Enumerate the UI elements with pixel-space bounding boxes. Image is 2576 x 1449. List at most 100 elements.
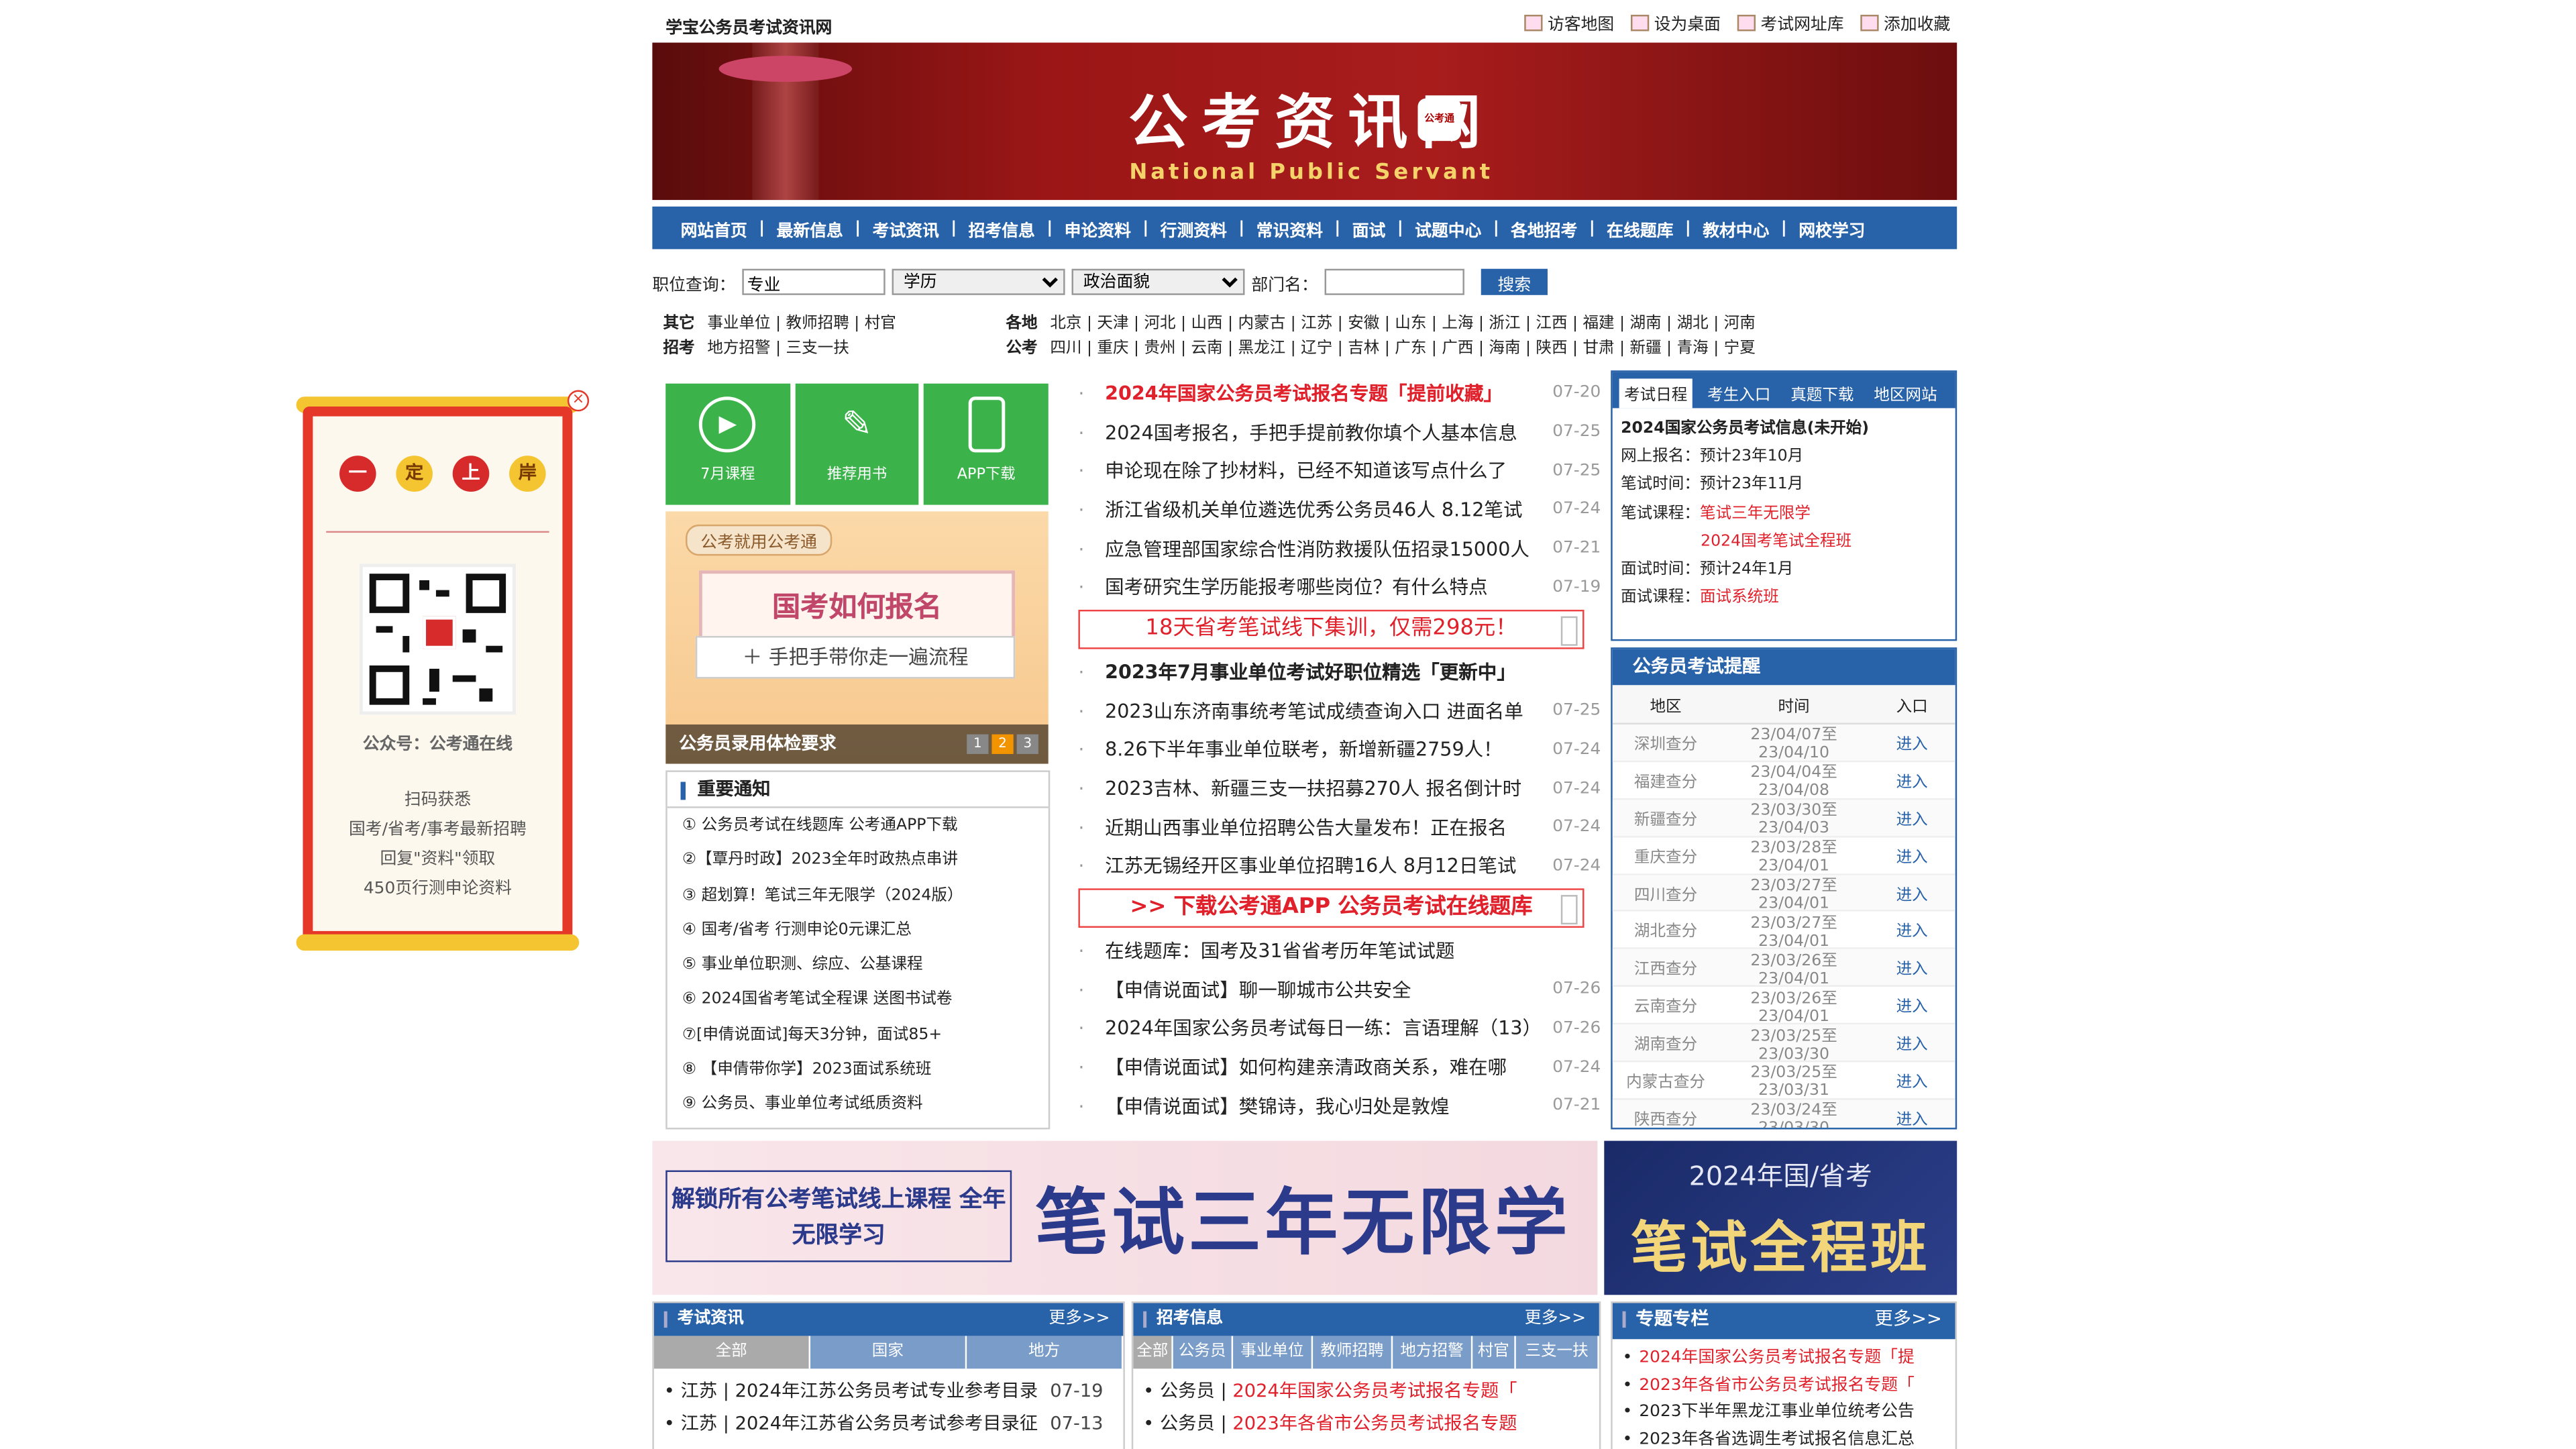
notice-item[interactable]: ③ 超划算！笔试三年无限学（2024版） [667, 878, 1049, 913]
list-item[interactable]: 江苏 | 2024年江苏公务员考试专业参考目录07-19 [654, 1375, 1124, 1408]
nav-item-aptitude[interactable]: 行测资料 [1148, 215, 1238, 240]
tab-all[interactable]: 全部 [653, 1336, 811, 1369]
news-item[interactable]: 2024年国家公务员考试每日一练：言语理解（13）07-26 [1078, 1009, 1601, 1048]
list-item[interactable]: 公务员 | 2024年国家公务员考试报名专题「 [1133, 1375, 1599, 1408]
course-link[interactable]: 2024国考笔试全程班 [1621, 527, 1947, 555]
news-item[interactable]: 浙江省级机关单位遴选优秀公务员46人 8.12笔试07-24 [1078, 490, 1601, 529]
add-favorite-link[interactable]: 添加收藏 [1860, 10, 1950, 34]
news-item[interactable]: 申论现在除了抄材料，已经不知道该写点什么了07-25 [1078, 451, 1601, 490]
nav-item-essay[interactable]: 申论资料 [1053, 215, 1142, 240]
enter-link[interactable]: 进入 [1869, 1069, 1955, 1091]
notice-item[interactable]: ⑥ 2024国省考笔试全程课 送图书试卷 [667, 983, 1049, 1018]
notice-item[interactable]: ②【覃丹时政】2023全年时政热点串讲 [667, 843, 1049, 878]
more-link[interactable]: 更多>> [1525, 1303, 1586, 1336]
full-course-ad[interactable]: 2024年国/省考 笔试全程班 [1604, 1140, 1957, 1295]
other-category-list[interactable]: 事业单位 | 教师招聘 | 村官 [707, 315, 896, 333]
enter-link[interactable]: 进入 [1869, 731, 1955, 754]
news-item[interactable]: 近期山西事业单位招聘公告大量发布！正在报名07-24 [1078, 808, 1601, 847]
nav-item-home[interactable]: 网站首页 [669, 215, 759, 240]
tab-regional-sites[interactable]: 地区网站 [1869, 378, 1942, 408]
nav-item-latest[interactable]: 最新信息 [765, 215, 855, 240]
course-link[interactable]: 笔试三年无限学 [1700, 504, 1811, 523]
tab-all[interactable]: 全部 [1133, 1336, 1173, 1369]
nav-item-exam-news[interactable]: 考试资讯 [861, 215, 951, 240]
floating-qr-ad[interactable]: × 一定上岸 公众号：公考通在线 扫码获悉 国考/省考/事考最新招聘 回复"资料… [296, 390, 590, 951]
more-link[interactable]: 更多>> [1049, 1303, 1110, 1336]
tab-schedule[interactable]: 考试日程 [1619, 378, 1693, 409]
news-item[interactable]: 在线题库：国考及31省省考历年笔试试题 [1078, 931, 1601, 970]
nav-item-online-school[interactable]: 网校学习 [1787, 215, 1877, 240]
notice-item[interactable]: ⑨ 公务员、事业单位考试纸质资料 [667, 1087, 1049, 1122]
interview-course-link[interactable]: 面试系统班 [1700, 589, 1779, 607]
promo-slider[interactable]: 公考就用公考通 国考如何报名 ＋ 手把手带你走一遍流程 公务员录用体检要求 1 … [665, 511, 1049, 764]
news-item[interactable]: 2023年7月事业单位考试好职位精选「更新中」 [1078, 653, 1601, 692]
slide-dot-3[interactable]: 3 [1016, 734, 1038, 754]
enter-link[interactable]: 进入 [1869, 1106, 1955, 1128]
search-button[interactable]: 搜索 [1481, 268, 1548, 295]
tile-app-download[interactable]: APP下载 [924, 383, 1049, 505]
region-list-1[interactable]: 北京 | 天津 | 河北 | 山西 | 内蒙古 | 江苏 | 安徽 | 山东 |… [1050, 315, 1755, 333]
news-item[interactable]: 2024年国家公务员考试报名专题「提前收藏」07-20 [1078, 374, 1601, 413]
notice-item[interactable]: ⑤ 事业单位职测、综应、公基课程 [667, 948, 1049, 983]
nav-item-question-center[interactable]: 试题中心 [1403, 215, 1493, 240]
notice-item[interactable]: ④ 国考/省考 行测申论0元课汇总 [667, 913, 1049, 948]
enter-link[interactable]: 进入 [1869, 918, 1955, 942]
more-link[interactable]: 更多>> [1875, 1303, 1942, 1336]
region-list-2[interactable]: 四川 | 重庆 | 贵州 | 云南 | 黑龙江 | 辽宁 | 吉林 | 广东 |… [1050, 339, 1755, 358]
tab-past-papers[interactable]: 真题下载 [1786, 378, 1859, 408]
list-item[interactable]: 江苏 | 2024年江苏省公务员考试参考目录征07-13 [654, 1408, 1124, 1441]
news-item[interactable]: 2023吉林、新疆三支一扶招募270人 报名倒计时07-24 [1078, 769, 1601, 808]
news-item[interactable]: 2023山东济南事统考笔试成绩查询入口 进面名单07-25 [1078, 692, 1601, 731]
training-ad-link[interactable]: 18天省考笔试线下集训，仅需298元！ [1078, 610, 1585, 649]
enter-link[interactable]: 进入 [1869, 1031, 1955, 1054]
nav-item-knowledge[interactable]: 常识资料 [1244, 215, 1334, 240]
tab-police[interactable]: 地方招警 [1393, 1336, 1473, 1369]
list-item[interactable]: 2023下半年黑龙江事业单位统考公告 [1613, 1400, 1955, 1427]
slide-dot-1[interactable]: 1 [967, 734, 989, 754]
tab-village-official[interactable]: 村官 [1472, 1336, 1516, 1369]
set-desktop-link[interactable]: 设为桌面 [1630, 10, 1721, 34]
political-status-select[interactable]: 政治面貌 [1071, 268, 1245, 295]
visitor-map-link[interactable]: 访客地图 [1524, 10, 1614, 34]
tab-three-supports[interactable]: 三支一扶 [1515, 1336, 1599, 1369]
url-library-link[interactable]: 考试网址库 [1737, 10, 1844, 34]
enter-link[interactable]: 进入 [1869, 881, 1955, 904]
news-item[interactable]: 国考研究生学历能报考哪些岗位？有什么特点07-19 [1078, 568, 1601, 606]
slide-dot-2[interactable]: 2 [991, 734, 1014, 754]
list-item[interactable]: 2023年各省市公务员考试报名专题「 [1613, 1373, 1955, 1399]
app-download-link[interactable]: >> 下载公考通APP 公务员考试在线题库 [1078, 888, 1585, 928]
header-banner[interactable]: 公考资讯网 National Public Servant 公考通 [652, 42, 1957, 201]
tab-public-institution[interactable]: 事业单位 [1233, 1336, 1313, 1369]
list-item[interactable]: 公务员 | 2023年各省市公务员考试报名专题 [1133, 1408, 1599, 1441]
news-item[interactable]: 【申倩说面试】如何构建亲清政商关系，难在哪07-24 [1078, 1048, 1601, 1087]
enter-link[interactable]: 进入 [1869, 956, 1955, 979]
news-item[interactable]: 8.26下半年事业单位联考，新增新疆2759人！07-24 [1078, 731, 1601, 769]
tab-teacher[interactable]: 教师招聘 [1313, 1336, 1393, 1369]
nav-item-textbook[interactable]: 教材中心 [1691, 215, 1781, 240]
major-input[interactable] [742, 268, 885, 295]
notice-item[interactable]: ⑧ 【申倩带你学】2023面试系统班 [667, 1053, 1049, 1087]
close-icon[interactable]: × [567, 390, 590, 412]
list-item[interactable]: 2024年国家公务员考试报名专题「提 [1613, 1346, 1955, 1373]
list-item[interactable]: 2023年各省选调生考试报名信息汇总 [1613, 1427, 1955, 1449]
news-item[interactable]: 【申倩说面试】樊锦诗，我心归处是敦煌07-21 [1078, 1087, 1601, 1126]
enter-link[interactable]: 进入 [1869, 806, 1955, 829]
education-select[interactable]: 学历 [892, 268, 1065, 295]
tab-national[interactable]: 国家 [810, 1336, 967, 1369]
enter-link[interactable]: 进入 [1869, 843, 1955, 867]
notice-item[interactable]: ⑦[申倩说面试]每天3分钟，面试85+ [667, 1018, 1049, 1053]
news-item[interactable]: 江苏无锡经开区事业单位招聘16人 8月12日笔试07-24 [1078, 847, 1601, 885]
tab-local[interactable]: 地方 [967, 1336, 1124, 1369]
tile-july-course[interactable]: ▶ 7月课程 [665, 383, 790, 505]
tab-civil-servant[interactable]: 公务员 [1173, 1336, 1234, 1369]
news-item[interactable]: 【申倩说面试】聊一聊城市公共安全07-26 [1078, 970, 1601, 1009]
nav-item-online-bank[interactable]: 在线题库 [1595, 215, 1685, 240]
unlimited-study-ad[interactable]: 解锁所有公考笔试线上课程 全年无限学习 笔试三年无限学 [652, 1140, 1598, 1295]
nav-item-regional[interactable]: 各地招考 [1499, 215, 1589, 240]
nav-item-recruit[interactable]: 招考信息 [957, 215, 1046, 240]
nav-item-interview[interactable]: 面试 [1340, 215, 1397, 240]
tab-candidate-entry[interactable]: 考生入口 [1703, 378, 1776, 408]
notice-item[interactable]: ① 公务员考试在线题库 公考通APP下载 [667, 808, 1049, 843]
news-item[interactable]: 2024国考报名，手把手提前教你填个人基本信息07-25 [1078, 413, 1601, 451]
recruit-category-list[interactable]: 地方招警 | 三支一扶 [707, 339, 849, 358]
